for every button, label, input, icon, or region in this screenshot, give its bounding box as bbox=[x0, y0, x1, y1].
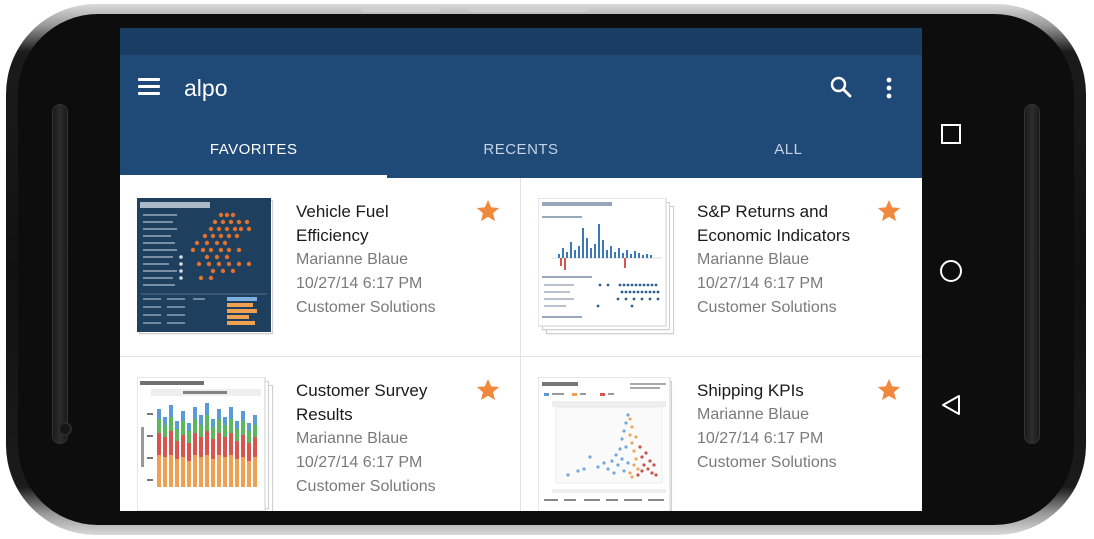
home-icon[interactable] bbox=[938, 258, 964, 284]
workbook-grid: Vehicle Fuel Efficiency Marianne Blaue 1… bbox=[120, 178, 922, 511]
workbook-date: 10/27/14 6:17 PM bbox=[697, 430, 824, 447]
workbook-card[interactable]: S&P Returns and Economic Indicators Mari… bbox=[521, 178, 921, 356]
power-button bbox=[468, 8, 588, 12]
workbook-card[interactable]: Shipping KPIs Marianne Blaue 10/27/14 6:… bbox=[521, 357, 921, 511]
workbook-author: Marianne Blaue bbox=[296, 430, 409, 447]
tab-recents[interactable]: RECENTS bbox=[387, 121, 654, 178]
left-speaker bbox=[52, 104, 68, 444]
status-bar bbox=[120, 28, 922, 55]
workbook-thumbnail bbox=[538, 198, 674, 334]
tab-all[interactable]: ALL bbox=[655, 121, 922, 178]
more-vert-icon[interactable] bbox=[880, 75, 898, 101]
workbook-info: Vehicle Fuel Efficiency Marianne Blaue 1… bbox=[296, 200, 486, 320]
workbook-thumbnail bbox=[137, 198, 273, 334]
workbook-author: Marianne Blaue bbox=[697, 406, 810, 423]
front-camera bbox=[58, 422, 72, 436]
workbook-date: 10/27/14 6:17 PM bbox=[697, 275, 824, 292]
right-speaker bbox=[1024, 104, 1040, 444]
workbook-title: Vehicle Fuel Efficiency bbox=[296, 202, 389, 245]
search-icon[interactable] bbox=[829, 75, 853, 99]
workbook-project: Customer Solutions bbox=[697, 454, 837, 471]
workbook-thumbnail bbox=[137, 377, 273, 511]
favorite-star-icon[interactable] bbox=[876, 377, 902, 403]
workbook-info: S&P Returns and Economic Indicators Mari… bbox=[697, 200, 887, 320]
app-title: alpo bbox=[184, 75, 228, 101]
workbook-date: 10/27/14 6:17 PM bbox=[296, 454, 423, 471]
workbook-author: Marianne Blaue bbox=[296, 251, 409, 268]
recent-apps-icon[interactable] bbox=[940, 123, 962, 145]
favorite-star-icon[interactable] bbox=[475, 198, 501, 224]
back-icon[interactable] bbox=[940, 393, 962, 417]
workbook-project: Customer Solutions bbox=[296, 478, 436, 495]
workbook-author: Marianne Blaue bbox=[697, 251, 810, 268]
app-screen: alpo FAVORITES RECENTS ALL Vehicle Fuel … bbox=[120, 28, 922, 511]
workbook-card[interactable]: Vehicle Fuel Efficiency Marianne Blaue 1… bbox=[120, 178, 520, 356]
workbook-info: Shipping KPIs Marianne Blaue 10/27/14 6:… bbox=[697, 379, 887, 475]
volume-button bbox=[362, 8, 440, 12]
workbook-thumbnail bbox=[538, 377, 674, 511]
menu-icon[interactable] bbox=[138, 78, 160, 96]
tab-bar: FAVORITES RECENTS ALL bbox=[120, 121, 922, 178]
favorite-star-icon[interactable] bbox=[876, 198, 902, 224]
workbook-info: Customer Survey Results Marianne Blaue 1… bbox=[296, 379, 486, 499]
workbook-title: Customer Survey Results bbox=[296, 381, 428, 424]
workbook-project: Customer Solutions bbox=[697, 299, 837, 316]
app-bar: alpo bbox=[120, 55, 922, 121]
workbook-title: Shipping KPIs bbox=[697, 381, 804, 400]
workbook-title: S&P Returns and Economic Indicators bbox=[697, 202, 851, 245]
workbook-date: 10/27/14 6:17 PM bbox=[296, 275, 423, 292]
tab-favorites[interactable]: FAVORITES bbox=[120, 121, 388, 178]
workbook-card[interactable]: Customer Survey Results Marianne Blaue 1… bbox=[120, 357, 520, 511]
favorite-star-icon[interactable] bbox=[475, 377, 501, 403]
workbook-project: Customer Solutions bbox=[296, 299, 436, 316]
